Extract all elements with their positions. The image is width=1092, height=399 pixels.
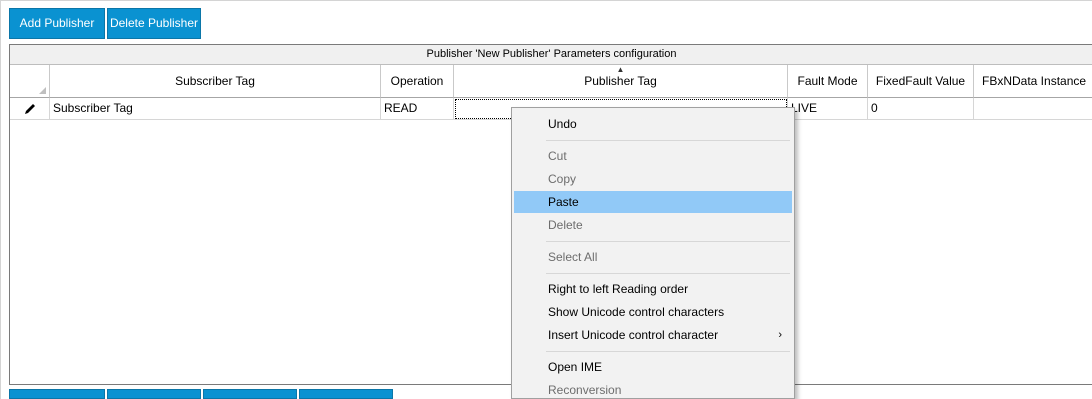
window-left-border xyxy=(0,0,1,399)
window-top-border xyxy=(0,0,1092,1)
menu-separator xyxy=(546,351,790,352)
bottom-toolbar-button[interactable] xyxy=(9,389,105,399)
menu-item-delete[interactable]: Delete xyxy=(514,214,792,236)
menu-item-paste[interactable]: Paste xyxy=(514,191,792,213)
cell-operation[interactable]: READ xyxy=(381,98,454,120)
menu-item-copy[interactable]: Copy xyxy=(514,168,792,190)
menu-item-insert-unicode[interactable]: Insert Unicode control character › xyxy=(514,324,792,346)
cell-fault-mode[interactable]: LIVE xyxy=(788,98,868,120)
menu-separator xyxy=(546,140,790,141)
column-header-subscriber-tag[interactable]: Subscriber Tag xyxy=(50,65,381,98)
menu-item-cut[interactable]: Cut xyxy=(514,145,792,167)
row-header-corner[interactable] xyxy=(10,65,50,98)
column-header-publisher-tag[interactable]: ▲ Publisher Tag xyxy=(454,65,788,98)
menu-item-reconversion[interactable]: Reconversion xyxy=(514,379,792,398)
sort-ascending-icon: ▲ xyxy=(616,65,625,74)
menu-separator xyxy=(546,241,790,242)
menu-item-open-ime[interactable]: Open IME xyxy=(514,356,792,378)
column-header-fault-mode[interactable]: Fault Mode xyxy=(788,65,868,98)
menu-item-show-unicode[interactable]: Show Unicode control characters xyxy=(514,301,792,323)
bottom-toolbar-button[interactable] xyxy=(299,389,393,399)
column-header-fbxndata-instance[interactable]: FBxNData Instance xyxy=(974,65,1092,98)
menu-item-right-to-left[interactable]: Right to left Reading order xyxy=(514,278,792,300)
grid-caption: Publisher 'New Publisher' Parameters con… xyxy=(10,45,1092,65)
bottom-toolbar-button[interactable] xyxy=(203,389,297,399)
row-header[interactable] xyxy=(10,98,50,120)
delete-publisher-button[interactable]: Delete Publisher xyxy=(107,8,201,39)
menu-item-label: Insert Unicode control character xyxy=(548,328,719,342)
submenu-chevron-icon: › xyxy=(778,329,782,341)
cell-fbxndata-instance[interactable] xyxy=(974,98,1092,120)
bottom-toolbar-button[interactable] xyxy=(107,389,201,399)
column-header-label: Publisher Tag xyxy=(584,74,657,88)
pencil-icon xyxy=(25,104,35,114)
context-menu: Undo Cut Copy Paste Delete Select All Ri… xyxy=(511,107,795,399)
cell-fixedfault-value[interactable]: 0 xyxy=(868,98,974,120)
column-header-operation[interactable]: Operation xyxy=(381,65,454,98)
column-header-fixedfault-value[interactable]: FixedFault Value xyxy=(868,65,974,98)
menu-item-undo[interactable]: Undo xyxy=(514,113,792,135)
menu-item-select-all[interactable]: Select All xyxy=(514,246,792,268)
select-all-corner-icon xyxy=(39,87,46,94)
add-publisher-button[interactable]: Add Publisher xyxy=(9,8,105,39)
menu-separator xyxy=(546,273,790,274)
cell-subscriber-tag[interactable]: Subscriber Tag xyxy=(50,98,381,120)
